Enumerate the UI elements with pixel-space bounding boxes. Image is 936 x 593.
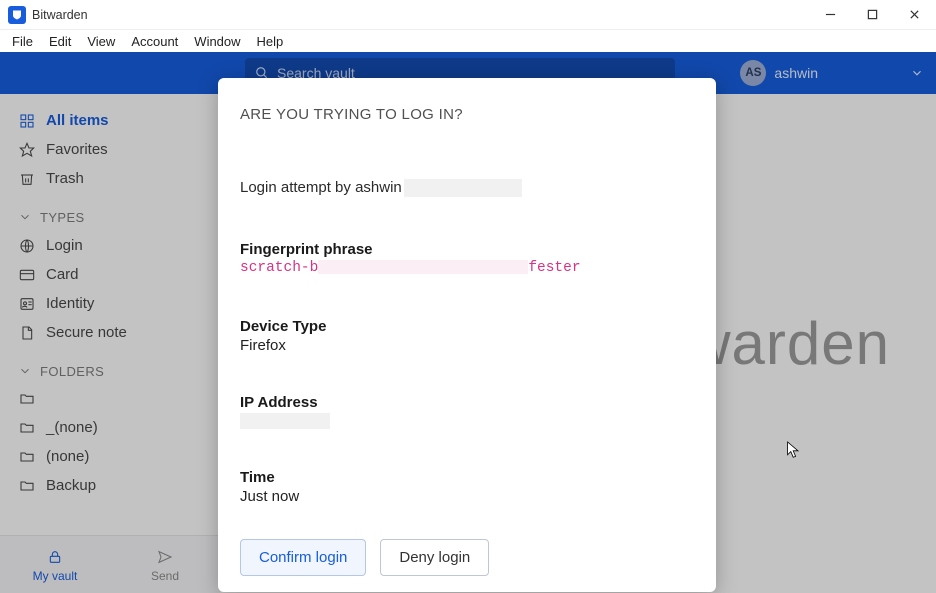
time-label: Time — [240, 469, 694, 486]
ip-address-label: IP Address — [240, 394, 694, 411]
fingerprint-prefix: scratch-b — [240, 260, 318, 276]
redacted-block — [404, 179, 522, 197]
login-attempt-text: Login attempt by ashwin — [240, 179, 694, 197]
menu-edit[interactable]: Edit — [41, 32, 79, 51]
device-type-label: Device Type — [240, 318, 694, 335]
attempt-prefix: Login attempt by — [240, 179, 355, 196]
window-minimize-button[interactable] — [822, 7, 838, 23]
fingerprint-suffix: fester — [528, 260, 580, 276]
app-icon — [8, 6, 26, 24]
window-titlebar: Bitwarden — [0, 0, 936, 30]
device-type-value: Firefox — [240, 337, 694, 354]
menu-account[interactable]: Account — [123, 32, 186, 51]
fingerprint-label: Fingerprint phrase — [240, 241, 694, 258]
deny-login-button[interactable]: Deny login — [380, 539, 489, 576]
login-request-modal: ARE YOU TRYING TO LOG IN? Login attempt … — [218, 78, 716, 592]
menu-window[interactable]: Window — [186, 32, 248, 51]
confirm-login-button[interactable]: Confirm login — [240, 539, 366, 576]
menu-help[interactable]: Help — [249, 32, 292, 51]
window-close-button[interactable] — [906, 7, 922, 23]
window-title: Bitwarden — [32, 8, 88, 22]
redacted-block — [318, 260, 528, 274]
attempt-user: ashwin — [355, 179, 402, 196]
window-maximize-button[interactable] — [864, 7, 880, 23]
menu-view[interactable]: View — [79, 32, 123, 51]
modal-title: ARE YOU TRYING TO LOG IN? — [240, 106, 694, 123]
ip-address-value — [240, 413, 330, 429]
menubar: File Edit View Account Window Help — [0, 30, 936, 52]
time-value: Just now — [240, 488, 694, 505]
menu-file[interactable]: File — [4, 32, 41, 51]
fingerprint-value: scratch-b fester — [240, 260, 694, 276]
